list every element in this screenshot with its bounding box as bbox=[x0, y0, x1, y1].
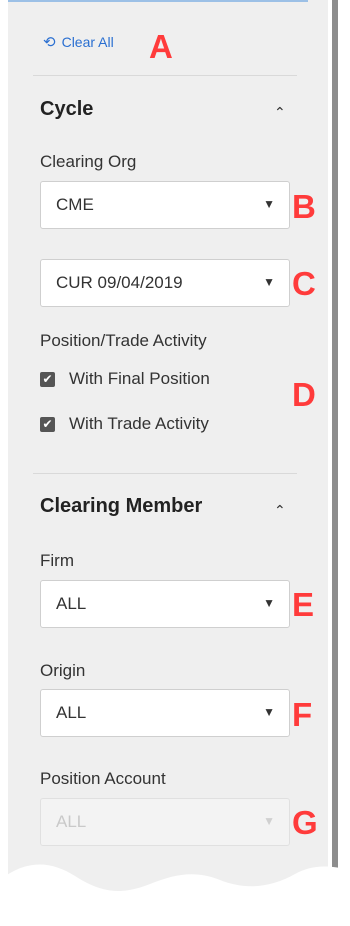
section-title-clearing-member: Clearing Member bbox=[40, 495, 203, 517]
top-rule bbox=[8, 0, 308, 2]
firm-value: ALL bbox=[56, 594, 87, 613]
position-account-label: Position Account bbox=[40, 769, 166, 788]
checkbox-checked-icon: ✔ bbox=[40, 416, 55, 432]
position-account-value: ALL bbox=[56, 812, 87, 831]
marker-g: G bbox=[292, 804, 318, 841]
marker-c: C bbox=[292, 265, 316, 302]
firm-select[interactable]: ALL ▼ bbox=[40, 580, 290, 628]
marker-b: B bbox=[292, 188, 316, 225]
origin-value: ALL bbox=[56, 703, 87, 722]
marker-f: F bbox=[292, 696, 313, 733]
divider bbox=[33, 75, 297, 76]
clearing-org-value: CME bbox=[56, 195, 94, 214]
undo-icon: ⟲ bbox=[43, 33, 56, 51]
collapse-cycle-chevron-icon[interactable]: ⌃ bbox=[274, 104, 286, 121]
dropdown-arrow-icon: ▼ bbox=[263, 814, 275, 828]
clear-all-label: Clear All bbox=[61, 34, 114, 50]
cycle-date-select[interactable]: CUR 09/04/2019 ▼ bbox=[40, 259, 290, 307]
with-final-position-checkbox[interactable]: ✔ With Final Position bbox=[40, 369, 210, 389]
marker-e: E bbox=[292, 586, 315, 623]
dropdown-arrow-icon: ▼ bbox=[263, 197, 275, 211]
divider bbox=[33, 473, 297, 474]
activity-label: Position/Trade Activity bbox=[40, 331, 207, 350]
clearing-org-select[interactable]: CME ▼ bbox=[40, 181, 290, 229]
clearing-org-label: Clearing Org bbox=[40, 152, 137, 171]
origin-select[interactable]: ALL ▼ bbox=[40, 689, 290, 737]
position-account-select: ALL ▼ bbox=[40, 798, 290, 846]
clear-all-button[interactable]: ⟲ Clear All bbox=[43, 34, 114, 50]
dropdown-arrow-icon: ▼ bbox=[263, 705, 275, 719]
collapse-clearing-member-chevron-icon[interactable]: ⌃ bbox=[274, 502, 286, 519]
marker-a: A bbox=[149, 28, 173, 65]
with-trade-activity-checkbox[interactable]: ✔ With Trade Activity bbox=[40, 414, 209, 434]
firm-label: Firm bbox=[40, 551, 74, 570]
dropdown-arrow-icon: ▼ bbox=[263, 596, 275, 610]
section-title-cycle: Cycle bbox=[40, 98, 94, 120]
with-trade-activity-label: With Trade Activity bbox=[69, 414, 209, 433]
cycle-date-value: CUR 09/04/2019 bbox=[56, 273, 183, 292]
scrollbar[interactable] bbox=[328, 0, 350, 926]
checkbox-checked-icon: ✔ bbox=[40, 371, 55, 387]
dropdown-arrow-icon: ▼ bbox=[263, 275, 275, 289]
torn-edge bbox=[0, 864, 350, 926]
marker-d: D bbox=[292, 376, 316, 413]
with-final-position-label: With Final Position bbox=[69, 369, 210, 388]
origin-label: Origin bbox=[40, 661, 86, 680]
